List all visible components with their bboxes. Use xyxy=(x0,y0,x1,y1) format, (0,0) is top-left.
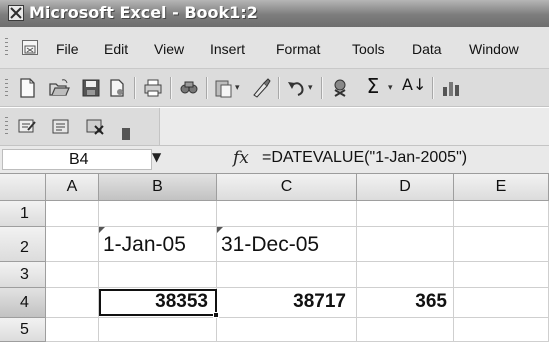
toolbar-separator xyxy=(170,77,172,99)
cell-a2[interactable] xyxy=(46,227,99,262)
menu-format[interactable]: Format xyxy=(276,41,320,57)
cell-d2[interactable] xyxy=(357,227,454,262)
cell-e4[interactable] xyxy=(454,288,549,318)
fill-handle[interactable] xyxy=(213,312,219,318)
column-header-b[interactable]: B xyxy=(99,174,217,201)
row-header-4[interactable]: 4 xyxy=(0,288,46,318)
cell-c4[interactable]: 38717 xyxy=(217,288,357,318)
menu-edit[interactable]: Edit xyxy=(104,41,128,57)
cell-c5[interactable] xyxy=(217,318,357,342)
toolbar-separator xyxy=(206,77,208,99)
cell-b2-value: 1-Jan-05 xyxy=(103,233,186,256)
permission-icon[interactable] xyxy=(106,77,128,99)
row-header-1[interactable]: 1 xyxy=(0,201,46,227)
cell-a4[interactable] xyxy=(46,288,99,318)
hyperlink-icon[interactable] xyxy=(329,77,351,99)
cell-b5[interactable] xyxy=(99,318,217,342)
standard-toolbar: ▾ ▾ Σ ▾ A↓ xyxy=(0,69,549,107)
menubar-grip[interactable] xyxy=(5,38,8,56)
select-all-corner[interactable] xyxy=(0,174,46,201)
undo-icon[interactable] xyxy=(285,77,307,99)
format-painter-icon[interactable] xyxy=(250,77,272,99)
cell-b3[interactable] xyxy=(99,262,217,288)
toolbar-grip[interactable] xyxy=(5,117,8,137)
chart-wizard-icon[interactable] xyxy=(440,77,462,99)
cell-d1[interactable] xyxy=(357,201,454,227)
menu-tools[interactable]: Tools xyxy=(352,41,385,57)
menu-window[interactable]: Window xyxy=(469,41,519,57)
cell-e1[interactable] xyxy=(454,201,549,227)
cell-a5[interactable] xyxy=(46,318,99,342)
column-header-e[interactable]: E xyxy=(454,174,549,201)
autosum-dropdown-icon[interactable]: ▾ xyxy=(388,83,393,93)
cell-c2-value: 31-Dec-05 xyxy=(221,233,320,256)
cell-b1[interactable] xyxy=(99,201,217,227)
excel-app-icon[interactable] xyxy=(8,5,24,21)
cell-d4[interactable]: 365 xyxy=(357,288,454,318)
open-icon[interactable] xyxy=(48,77,70,99)
toolbar-separator xyxy=(278,77,280,99)
cell-d4-value: 365 xyxy=(415,291,447,312)
sort-ascending-icon[interactable]: A↓ xyxy=(402,75,426,97)
name-box-value: B4 xyxy=(69,151,89,168)
undo-dropdown-icon[interactable]: ▾ xyxy=(308,83,313,93)
cell-d5[interactable] xyxy=(357,318,454,342)
formula-input[interactable]: =DATEVALUE("1-Jan-2005") xyxy=(262,149,467,167)
column-header-a[interactable]: A xyxy=(46,174,99,201)
column-header-d[interactable]: D xyxy=(357,174,454,201)
cell-b2[interactable]: 1-Jan-05 xyxy=(99,227,217,262)
edit-comment-icon[interactable] xyxy=(16,116,38,138)
formula-bar: B4 ▼ fx =DATEVALUE("1-Jan-2005") xyxy=(0,146,549,174)
row-header-2[interactable]: 2 xyxy=(0,227,46,262)
name-box-dropdown-icon[interactable]: ▼ xyxy=(152,150,161,164)
cell-e2[interactable] xyxy=(454,227,549,262)
window-title: Microsoft Excel - Book1:2 xyxy=(29,3,258,22)
cell-d3[interactable] xyxy=(357,262,454,288)
toolbar-options-icon[interactable] xyxy=(122,128,130,140)
toolbar-separator xyxy=(134,77,136,99)
cell-c3[interactable] xyxy=(217,262,357,288)
cell-c1[interactable] xyxy=(217,201,357,227)
menu-data[interactable]: Data xyxy=(412,41,442,57)
name-box[interactable]: B4 xyxy=(2,149,152,170)
menu-insert[interactable]: Insert xyxy=(210,41,245,57)
title-bar: Microsoft Excel - Book1:2 xyxy=(0,0,549,27)
cell-e5[interactable] xyxy=(454,318,549,342)
cell-e3[interactable] xyxy=(454,262,549,288)
new-icon[interactable] xyxy=(16,77,38,99)
paste-icon[interactable] xyxy=(212,77,234,99)
row-header-5[interactable]: 5 xyxy=(0,318,46,342)
insert-function-icon[interactable]: fx xyxy=(233,148,249,168)
delete-comment-icon[interactable] xyxy=(84,116,106,138)
row-header-3[interactable]: 3 xyxy=(0,262,46,288)
autosum-icon[interactable]: Σ xyxy=(362,74,384,98)
cell-c2[interactable]: 31-Dec-05 xyxy=(217,227,357,262)
menu-view[interactable]: View xyxy=(154,41,184,57)
reviewing-toolbar xyxy=(0,108,160,146)
cell-a3[interactable] xyxy=(46,262,99,288)
paste-dropdown-icon[interactable]: ▾ xyxy=(235,83,240,93)
research-icon[interactable] xyxy=(178,77,200,99)
save-icon[interactable] xyxy=(80,77,102,99)
show-comments-icon[interactable] xyxy=(50,116,72,138)
active-cell-border xyxy=(99,289,217,316)
menu-file[interactable]: File xyxy=(56,41,79,57)
workbook-control-icon[interactable] xyxy=(22,40,38,55)
toolbar-separator xyxy=(321,77,323,99)
cell-a1[interactable] xyxy=(46,201,99,227)
toolbar-grip[interactable] xyxy=(5,79,8,99)
print-icon[interactable] xyxy=(142,77,164,99)
cell-c4-value: 38717 xyxy=(293,291,346,312)
menu-bar: File Edit View Insert Format Tools Data … xyxy=(0,27,549,69)
toolbar-area xyxy=(160,108,549,146)
column-header-c[interactable]: C xyxy=(217,174,357,201)
toolbar-separator xyxy=(432,77,434,99)
